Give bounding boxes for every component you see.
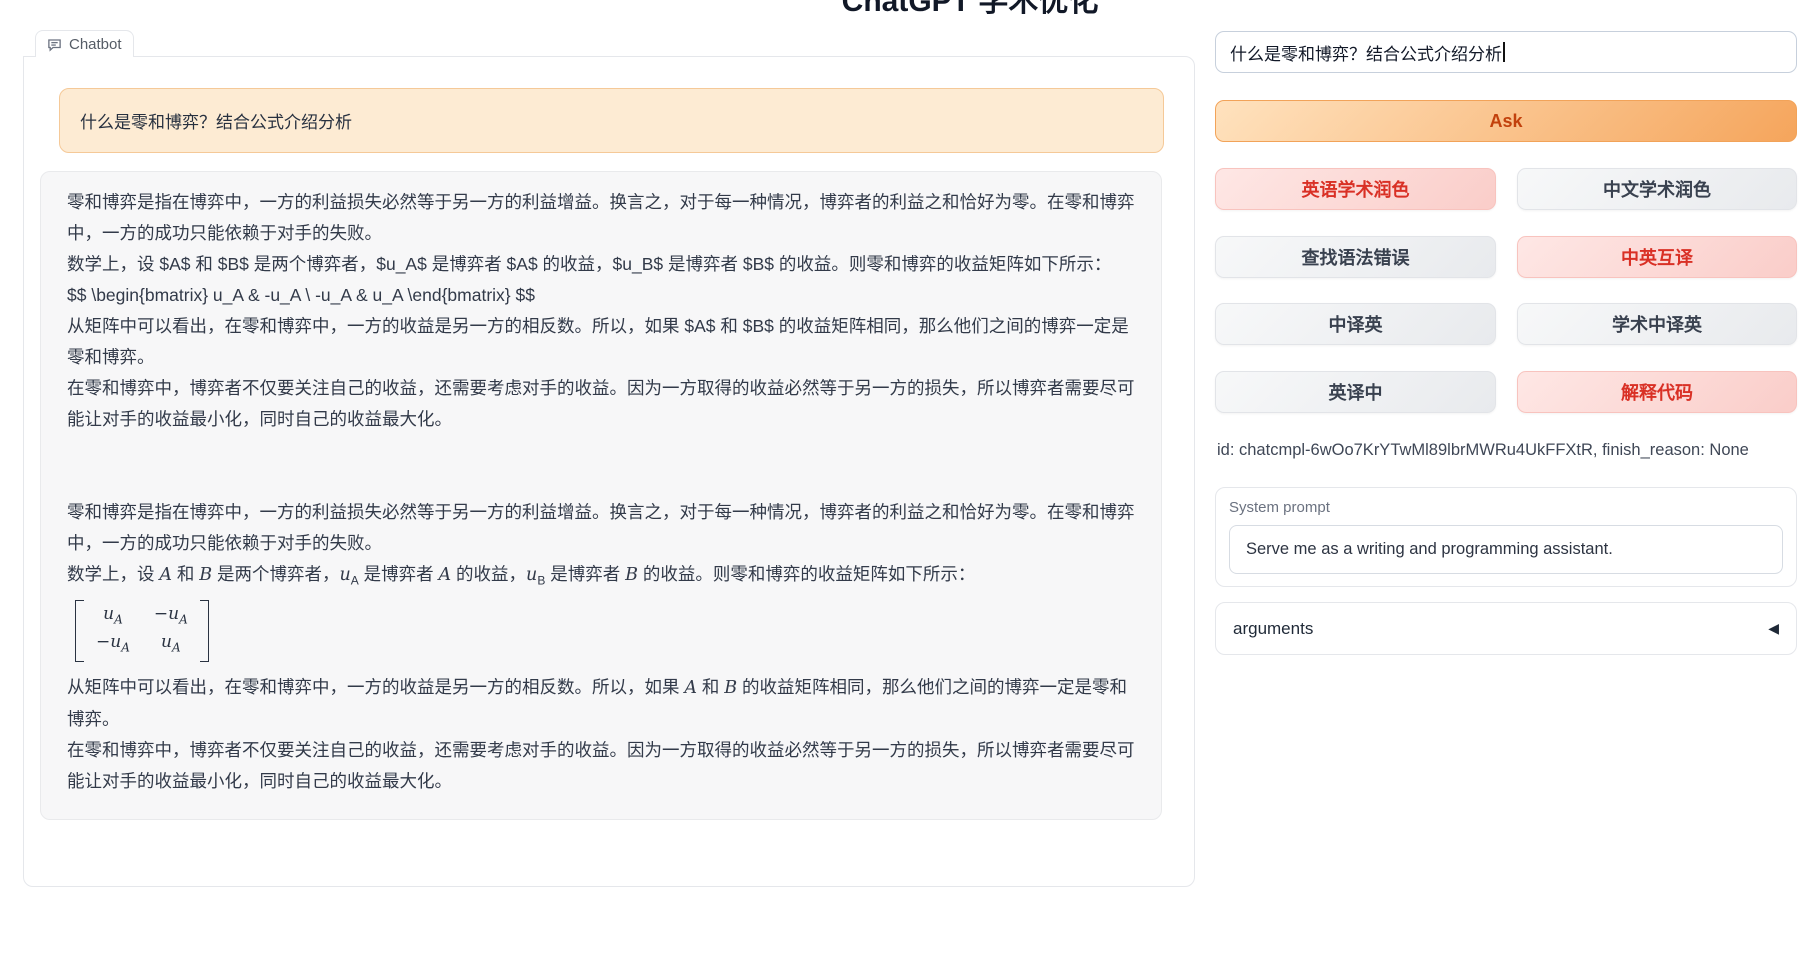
button-chinese-academic-polish[interactable]: 中文学术润色 [1517,168,1797,210]
arguments-accordion[interactable]: arguments ◀ [1215,602,1797,655]
bot-rendered-paragraph-3: 从矩阵中可以看出，在零和博弈中，一方的收益是另一方的相反数。所以，如果 A 和 … [67,672,1135,735]
bot-rendered-paragraph-2: 数学上，设 A 和 B 是两个博弈者，uA 是博弈者 A 的收益，uB 是博弈者… [67,559,1135,597]
query-input[interactable]: 什么是零和博弈？结合公式介绍分析 [1215,31,1797,73]
payoff-matrix: uA−uA−uAuA [75,600,209,663]
button-en-to-zh[interactable]: 英译中 [1215,371,1496,413]
button-zh-en-mutual-translate[interactable]: 中英互译 [1517,236,1797,278]
system-prompt-input[interactable]: Serve me as a writing and programming as… [1229,525,1783,574]
message-block-gap [67,435,1135,497]
response-status-line: id: chatcmpl-6wOo7KrYTwMl89lbrMWRu4UkFFX… [1217,441,1749,460]
bot-raw-paragraph-4: 在零和博弈中，博弈者不仅要关注自己的收益，还需要考虑对手的收益。因为一方取得的收… [67,373,1135,435]
system-prompt-card: System prompt Serve me as a writing and … [1215,487,1797,587]
bot-rendered-paragraph-1: 零和博弈是指在博弈中，一方的利益损失必然等于另一方的利益增益。换言之，对于每一种… [67,497,1135,559]
user-message-bubble[interactable]: 什么是零和博弈？结合公式介绍分析 [59,88,1164,153]
matrix-cells: uA−uA−uAuA [84,600,200,663]
button-academic-zh-to-en[interactable]: 学术中译英 [1517,303,1797,345]
control-panel: 什么是零和博弈？结合公式介绍分析 Ask 英语学术润色 中文学术润色 查找语法错… [1215,0,1797,961]
bot-raw-latex-line: $$ \begin{bmatrix} u_A & -u_A \ -u_A & u… [67,280,1135,311]
matrix-right-bracket [200,600,209,663]
text-cursor [1503,42,1505,62]
bot-rendered-paragraph-4: 在零和博弈中，博弈者不仅要关注自己的收益，还需要考虑对手的收益。因为一方取得的收… [67,735,1135,797]
button-explain-code[interactable]: 解释代码 [1517,371,1797,413]
chatbot-panel-label-text: Chatbot [69,36,122,53]
chatbot-panel-label: Chatbot [35,30,134,57]
matrix-left-bracket [75,600,84,663]
button-zh-to-en[interactable]: 中译英 [1215,303,1496,345]
query-input-value: 什么是零和博弈？结合公式介绍分析 [1230,40,1502,65]
page-title: ChatGPT 学术优化 [842,0,1099,20]
button-find-grammar-errors[interactable]: 查找语法错误 [1215,236,1496,278]
bot-raw-paragraph-1: 零和博弈是指在博弈中，一方的利益损失必然等于另一方的利益增益。换言之，对于每一种… [67,187,1135,249]
chatbot-panel: 什么是零和博弈？结合公式介绍分析 零和博弈是指在博弈中，一方的利益损失必然等于另… [23,56,1195,887]
bot-raw-paragraph-3: 从矩阵中可以看出，在零和博弈中，一方的收益是另一方的相反数。所以，如果 $A$ … [67,311,1135,373]
bot-message-bubble[interactable]: 零和博弈是指在博弈中，一方的利益损失必然等于另一方的利益增益。换言之，对于每一种… [40,171,1162,820]
button-english-academic-polish[interactable]: 英语学术润色 [1215,168,1496,210]
arguments-accordion-label: arguments [1233,619,1313,639]
chat-bubble-icon [47,37,62,52]
bot-raw-paragraph-2: 数学上，设 $A$ 和 $B$ 是两个博弈者，$u_A$ 是博弈者 $A$ 的收… [67,249,1135,280]
system-prompt-label: System prompt [1229,499,1783,516]
left-triangle-icon[interactable]: ◀ [1768,620,1779,637]
ask-button[interactable]: Ask [1215,100,1797,142]
